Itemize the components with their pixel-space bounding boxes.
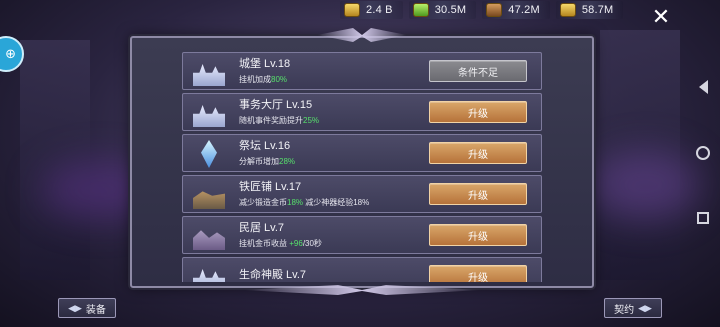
bg-glow-right [590,150,700,220]
equipment-button[interactable]: ◀▶ 装备 [58,298,116,318]
list-item: 祭坛 Lv.16 分解币增加28% 升级 [182,134,542,172]
system-navbar [696,80,710,224]
building-desc: 挂机加成80% [239,74,288,84]
resource-bar: 2.4 B 30.5M 47.2M 58.7M [340,0,624,20]
arrow-left-icon: ◀▶ [68,302,82,313]
resource-value: 2.4 B [366,4,393,16]
house-icon [187,218,231,252]
resource-value: 58.7M [581,4,614,16]
building-desc: 减少锻造金币18% 减少神器经验18% [239,197,370,207]
gold-coins-icon [344,3,360,17]
list-item: 事务大厅 Lv.15 随机事件奖励提升25% 升级 [182,93,542,131]
close-button[interactable]: ✕ [650,6,672,28]
altar-crystal-icon [187,136,231,170]
resource-gem: 30.5M [408,1,477,19]
building-desc: 分解币增加28% [239,156,296,166]
equipment-label: 装备 [85,304,106,316]
castle-icon [187,54,231,88]
list-item: 生命神殿 Lv.7 升级 [182,257,542,282]
list-item: 城堡 Lv.18 挂机加成80% 条件不足 [182,52,542,90]
contract-label: 契约 [614,304,635,316]
upgrade-button[interactable]: 升级 [429,183,527,205]
resource-value: 30.5M [434,4,467,16]
resource-wood: 47.2M [482,1,550,19]
upgrade-button[interactable]: 升级 [429,101,527,123]
building-panel: 城堡 Lv.18 挂机加成80% 条件不足 事务大厅 Lv.15 随机事件奖励提… [130,28,594,295]
building-name: 事务大厅 Lv.15 [239,98,313,111]
building-name: 民居 Lv.7 [239,221,285,234]
resource-gold: 2.4 B [340,1,403,19]
temple-icon [187,259,231,282]
hall-icon [187,95,231,129]
building-name: 城堡 Lv.18 [239,57,291,70]
panel-bottom-ornament [242,285,482,295]
arrow-right-icon: ◀▶ [638,302,652,313]
building-name: 铁匠铺 Lv.17 [239,180,302,193]
building-name: 生命神殿 Lv.7 [239,268,307,281]
wood-chest-icon [486,3,503,17]
resource-stack: 58.7M [555,1,624,19]
upgrade-button[interactable]: 升级 [429,224,527,246]
recent-apps-icon[interactable] [697,212,709,224]
building-desc: 随机事件奖励提升25% [239,115,320,125]
building-name: 祭坛 Lv.16 [239,139,291,152]
bg-tower-left [20,40,90,280]
back-icon[interactable] [698,80,708,94]
building-desc: 挂机金币收益 +96/30秒 [239,238,322,248]
gold-stack-icon [559,3,576,17]
condition-unmet-button[interactable]: 条件不足 [429,60,527,82]
building-list[interactable]: 城堡 Lv.18 挂机加成80% 条件不足 事务大厅 Lv.15 随机事件奖励提… [182,52,542,282]
green-gem-icon [412,3,429,17]
contract-button[interactable]: 契约 ◀▶ [604,298,662,318]
resource-value: 47.2M [508,4,540,16]
panel-top-ornament [317,28,407,42]
list-item: 铁匠铺 Lv.17 减少锻造金币18% 减少神器经验18% 升级 [182,175,542,213]
upgrade-button[interactable]: 升级 [429,265,527,282]
forge-icon [187,177,231,211]
list-item: 民居 Lv.7 挂机金币收益 +96/30秒 升级 [182,216,542,254]
upgrade-button[interactable]: 升级 [429,142,527,164]
home-icon[interactable] [696,146,710,160]
